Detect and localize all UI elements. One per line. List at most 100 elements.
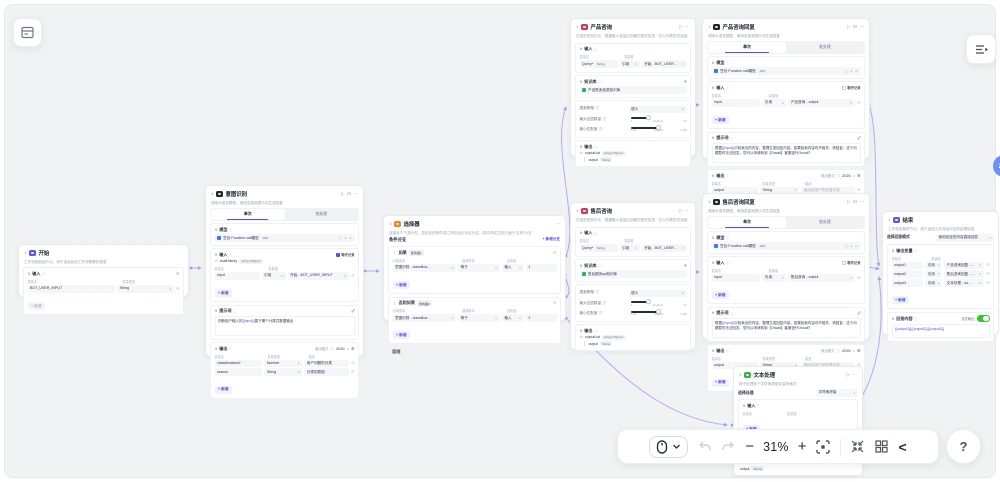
code-view-button[interactable]: < (898, 439, 906, 455)
node-kb-product[interactable]: ∨ 产品咨询 ▷⋯ 在选定的知识中，根据输入变量召回最匹配的信息，并以列表形式返… (570, 18, 696, 157)
model-settings-icon[interactable]: ≔ (349, 236, 352, 241)
ref-select[interactable]: 开始 - BOT_USER_INPUT∨ (288, 272, 349, 280)
collapse-nodes-button[interactable] (850, 439, 865, 454)
add-row-button[interactable]: + 新增 (712, 379, 730, 387)
duplicate-icon[interactable]: ⊡ (853, 25, 857, 30)
strategy-select[interactable]: 语义∨ (629, 290, 687, 298)
collapse-icon[interactable]: ∨ (712, 349, 715, 353)
collapse-icon[interactable]: ∨ (708, 25, 711, 29)
model-select[interactable]: 豆包·Function call模型32K ⓘ∨≔ (712, 67, 861, 75)
zoom-in-button[interactable]: + (798, 439, 807, 454)
format-select[interactable]: JSON (842, 174, 851, 178)
test-run-icon[interactable]: ▷ (341, 192, 345, 197)
output-desc-field[interactable]: 用户问题的分类 (304, 360, 349, 368)
ref-select[interactable]: 售后咨询 - output∨ (788, 274, 854, 282)
ref-select[interactable]: 开始 - BOT_USER…∨ (642, 60, 687, 68)
ref-select[interactable]: 产品咨询 - output∨ (788, 99, 854, 107)
expand-prompt-icon[interactable]: ⤢ (352, 309, 355, 313)
node-selector-header[interactable]: ∨ 选择器 ⋯ (384, 216, 565, 229)
collapse-icon[interactable]: ∨ (712, 174, 715, 178)
add-row-button[interactable]: + 新增 (215, 386, 233, 394)
collapse-icon[interactable]: ∨ (215, 228, 218, 232)
recall-slider[interactable]: 1Default10 (631, 117, 687, 123)
condition-ref-select[interactable]: 意图识别 - classifica…∨ (393, 314, 457, 322)
add-output-icon[interactable]: ⊕ (857, 348, 861, 353)
drag-handle-icon[interactable]: ⋮ (393, 250, 397, 255)
remove-row-icon[interactable]: ⊖ (351, 361, 355, 365)
collapse-icon[interactable]: ∨ (708, 200, 711, 204)
add-row-button[interactable]: + 新增 (712, 116, 730, 124)
match-slider[interactable]: 0.01Default0.99 (631, 311, 687, 317)
add-knowledge-icon[interactable]: + (684, 79, 686, 84)
test-run-icon[interactable]: ▷ (847, 200, 851, 205)
node-llm-after[interactable]: ∨ 售后咨询回复 ▷⊡⋯ 调用大语言模型，使用变量和提示词生成回复 单次 批处理… (702, 193, 870, 340)
model-settings-icon[interactable]: ≔ (855, 69, 858, 74)
add-variable-icon[interactable]: ⊕ (176, 272, 180, 276)
tab-batch[interactable]: 批处理 (285, 209, 359, 220)
collapse-icon[interactable]: ∨ (580, 47, 583, 51)
collapse-icon[interactable]: ∨ (580, 264, 583, 268)
collapse-icon[interactable]: ∨ (28, 272, 31, 276)
node-intent-header[interactable]: ∨ 意图识别 ▷⊡⋯ (206, 186, 363, 199)
tab-single[interactable]: 单次 (708, 42, 786, 53)
collapse-icon[interactable]: ∨ (712, 311, 715, 315)
more-icon[interactable]: ⋯ (353, 192, 358, 197)
mode-select[interactable]: 引用∨ (925, 262, 942, 270)
format-select[interactable]: JSON (842, 349, 851, 353)
add-row-button[interactable]: + 新增 (892, 296, 910, 304)
model-select[interactable]: 豆包·Function call模型 32K ⓘ∨≔ (215, 234, 355, 242)
variable-name-field[interactable]: output3 (892, 279, 924, 287)
variable-name-field[interactable]: output2 (892, 270, 924, 278)
collapse-icon[interactable]: ∨ (576, 209, 579, 213)
output-desc-field[interactable]: 分类的原因 (304, 368, 349, 376)
node-selector[interactable]: ∨ 选择器 ⋯ 连接多个下游分支，若设定的条件成立则仅运行对应分支，若均不成立则… (383, 215, 566, 321)
output-name-field[interactable]: reason (215, 368, 263, 376)
zoom-level[interactable]: 31% (763, 440, 789, 454)
collapse-icon[interactable]: ∨ (743, 404, 746, 408)
more-icon[interactable]: ⋯ (859, 200, 864, 205)
ref-select[interactable]: 产品咨询回复 -…∨ (944, 262, 984, 270)
collapse-icon[interactable]: ∨ (712, 236, 715, 240)
collapse-icon[interactable]: ∨ (211, 192, 214, 196)
remove-row-icon[interactable]: ⊖ (351, 274, 355, 278)
knowledge-item[interactable]: 售后服务qa知识库 (580, 270, 687, 278)
collapse-icon[interactable]: ∨ (580, 231, 583, 235)
output-type-select[interactable]: Number∨ (264, 360, 302, 368)
zoom-out-button[interactable]: − (745, 439, 754, 454)
collapse-icon[interactable]: ∨ (712, 136, 715, 140)
test-run-icon[interactable]: ▷ (679, 25, 683, 30)
add-condition-button[interactable]: + 新增 (393, 331, 411, 339)
remove-row-icon[interactable]: ⊖ (351, 370, 355, 374)
add-output-icon[interactable]: ⊕ (351, 346, 355, 351)
add-row-button[interactable]: + 新增 (28, 302, 46, 310)
expand-panel-button[interactable] (966, 34, 996, 64)
collapse-icon[interactable]: ∨ (712, 61, 715, 65)
redo-button[interactable] (721, 440, 736, 454)
chat-history-checkbox[interactable]: 聊天记录 (842, 85, 860, 90)
value-mode-select[interactable]: 输入∨ (502, 314, 524, 322)
answer-mode-select[interactable]: 使用设定的内容直接回答∨ (936, 234, 994, 242)
add-output-icon[interactable]: ⊕ (857, 173, 861, 178)
collapse-icon[interactable]: ∨ (580, 145, 583, 149)
mode-select[interactable]: 引用∨ (620, 244, 640, 252)
remove-row-icon[interactable]: ⊖ (857, 276, 861, 280)
remove-row-icon[interactable]: ⊖ (857, 101, 861, 105)
more-icon[interactable]: ⋯ (859, 25, 864, 30)
mode-select[interactable]: 引用∨ (620, 60, 640, 68)
notification-badge[interactable]: 224 (993, 155, 1000, 177)
variable-name-field[interactable]: input (712, 99, 761, 107)
expand-prompt-icon[interactable]: ⤢ (858, 311, 861, 315)
value-field[interactable]: 1 (526, 264, 557, 272)
variable-name-field[interactable]: input (215, 272, 260, 280)
variable-name-field[interactable]: BOT_USER_INPUT (28, 285, 116, 293)
ref-select[interactable]: 文本处理 - ou…∨ (944, 279, 984, 287)
prompt-textarea[interactable]: 根据{{input}}中检索出的内容，整理生成回复内容。如果检索内容均不相关，请… (712, 318, 861, 338)
tab-batch[interactable]: 批处理 (786, 217, 864, 228)
collapse-icon[interactable]: ∨ (888, 218, 891, 222)
more-icon[interactable]: ⋯ (852, 373, 857, 378)
remove-row-icon[interactable]: ⊖ (176, 287, 180, 291)
pointer-mode-selector[interactable] (649, 436, 688, 458)
chat-history-badge[interactable]: 聊天记录 (336, 252, 354, 257)
add-row-button[interactable]: + 新增 (215, 289, 233, 297)
value-mode-select[interactable]: 输入∨ (502, 264, 524, 272)
